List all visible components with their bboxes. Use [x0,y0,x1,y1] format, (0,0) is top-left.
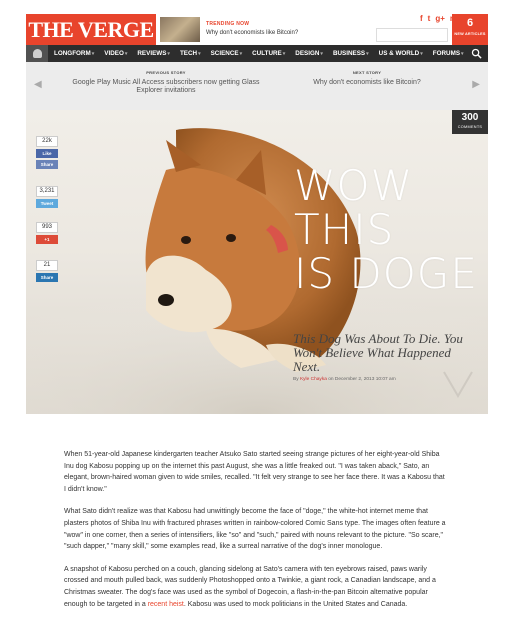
chevron-down-icon: ▾ [239,51,243,57]
facebook-like-button[interactable]: Like [36,149,58,158]
search-icon[interactable] [471,48,482,59]
chevron-left-icon[interactable]: ◀ [34,79,42,90]
byline: By Kyle Chayka on December 2, 2013 10:07… [293,377,396,382]
nav-item-design[interactable]: DESIGN▾ [295,50,323,57]
gplus-button[interactable]: +1 [36,235,58,244]
gplus-share-group: 993 +1 [36,222,60,244]
chevron-down-icon: ▾ [420,51,423,57]
chevron-down-icon: ▾ [320,51,323,57]
previous-story-link[interactable]: Google Play Music All Access subscribers… [66,79,266,95]
nav-item-longform[interactable]: LONGFORM▾ [54,50,94,57]
nav-label: SCIENCE [210,50,239,57]
author-link[interactable]: Kyle Chayka [300,377,327,382]
nav-item-reviews[interactable]: REVIEWS▾ [137,50,170,57]
story-navigation: ◀ PREVIOUS STORY Google Play Music All A… [26,62,488,110]
comments-button[interactable]: 300 COMMENTS [452,110,488,134]
headline-line: IS DOGE [294,249,478,298]
tweet-button[interactable]: Tweet [36,199,58,208]
chevron-down-icon: ▾ [282,51,286,57]
nav-label: LONGFORM [54,50,91,57]
headline-line: WOW [294,161,414,210]
chevron-down-icon: ▾ [124,51,128,57]
chevron-right-icon[interactable]: ▶ [472,79,480,90]
article-headline: WOW THIS IS DOGE [294,164,479,296]
nav-label: US & WORLD [378,50,420,57]
article-paragraph: When 51-year-old Japanese kindergarten t… [64,451,445,493]
chevron-down-icon: ▾ [461,51,464,57]
next-story-link[interactable]: Why don't economists like Bitcoin? [272,79,462,87]
chevron-down-icon: ▾ [167,51,170,57]
comments-count: 300 [461,112,479,123]
facebook-icon[interactable]: f [420,14,423,26]
publish-date: on December 2, 2013 10:07 am [328,377,396,382]
user-icon [32,49,42,58]
chevron-down-icon: ▾ [91,51,95,57]
recent-heist-link[interactable]: recent heist [148,601,184,608]
twitter-share-group: 3,231 Tweet [36,186,60,208]
main-nav: LONGFORM▾ VIDEO▾ REVIEWS▾ TECH▾ SCIENCE▾… [26,45,488,62]
nav-item-video[interactable]: VIDEO▾ [104,50,127,57]
nav-label: REVIEWS [137,50,167,57]
new-articles-count: 6 [466,17,474,29]
article-paragraph: What Sato didn't realize was that Kabosu… [64,508,446,551]
facebook-share-button[interactable]: Share [36,160,58,169]
nav-item-tech[interactable]: TECH▾ [180,50,201,57]
new-articles-label: NEW ARTICLES [454,32,486,36]
tweet-count: 3,231 [36,186,58,197]
trending-thumbnail[interactable] [160,17,200,42]
nav-item-science[interactable]: SCIENCE▾ [211,50,243,57]
chevron-down-icon: ▾ [366,51,369,57]
linkedin-share-button[interactable]: Share [36,273,58,282]
search-input[interactable] [376,28,448,42]
nav-item-us-world[interactable]: US & WORLD▾ [379,50,423,57]
paragraph-text: . Kabosu was used to mock politicians in… [183,600,408,608]
gplus-count: 993 [36,222,58,233]
chevron-down-icon: ▾ [198,51,201,57]
linkedin-count: 21 [36,260,58,271]
nav-label: BUSINESS [332,50,366,57]
nav-label: VIDEO [104,50,124,57]
user-account-button[interactable] [26,45,48,62]
nav-label: DESIGN [295,50,320,57]
comments-label: COMMENTS [457,125,483,129]
facebook-count: 22k [36,136,58,147]
google-plus-icon[interactable]: g+ [435,14,445,26]
trending-kicker: TRENDING NOW [206,21,250,27]
nav-label: FORUMS [432,50,461,57]
nav-item-business[interactable]: BUSINESS▾ [333,50,369,57]
nav-items: LONGFORM▾ VIDEO▾ REVIEWS▾ TECH▾ SCIENCE▾… [54,50,474,57]
site-logo[interactable]: THE VERGE [26,14,156,45]
headline-line: THIS [294,205,395,254]
nav-item-culture[interactable]: CULTURE▾ [252,50,285,57]
twitter-icon[interactable]: t [428,14,431,26]
nav-label: CULTURE [252,50,282,57]
new-articles-button[interactable]: 6 NEW ARTICLES [452,14,488,45]
previous-story-kicker: PREVIOUS STORY [146,70,186,75]
article-dek: This Dog Was About To Die. You Won't Bel… [293,331,463,374]
nav-item-forums[interactable]: FORUMS▾ [433,50,464,57]
next-story-kicker: NEXT STORY [352,70,382,75]
linkedin-share-group: 21 Share [36,260,60,282]
hero-image: 300 COMMENTS 22k Like Share 3,231 Tweet … [26,110,488,414]
nav-label: TECH [179,50,198,57]
trending-link[interactable]: Why don't economists like Bitcoin? [206,30,298,36]
top-header: THE VERGE TRENDING NOW Why don't economi… [26,14,488,45]
facebook-share-group: 22k Like Share [36,136,60,169]
article-body: When 51-year-old Japanese kindergarten t… [64,449,448,621]
article-paragraph: A snapshot of Kabosu perched on a couch,… [64,564,448,610]
byline-prefix: By [293,377,299,382]
